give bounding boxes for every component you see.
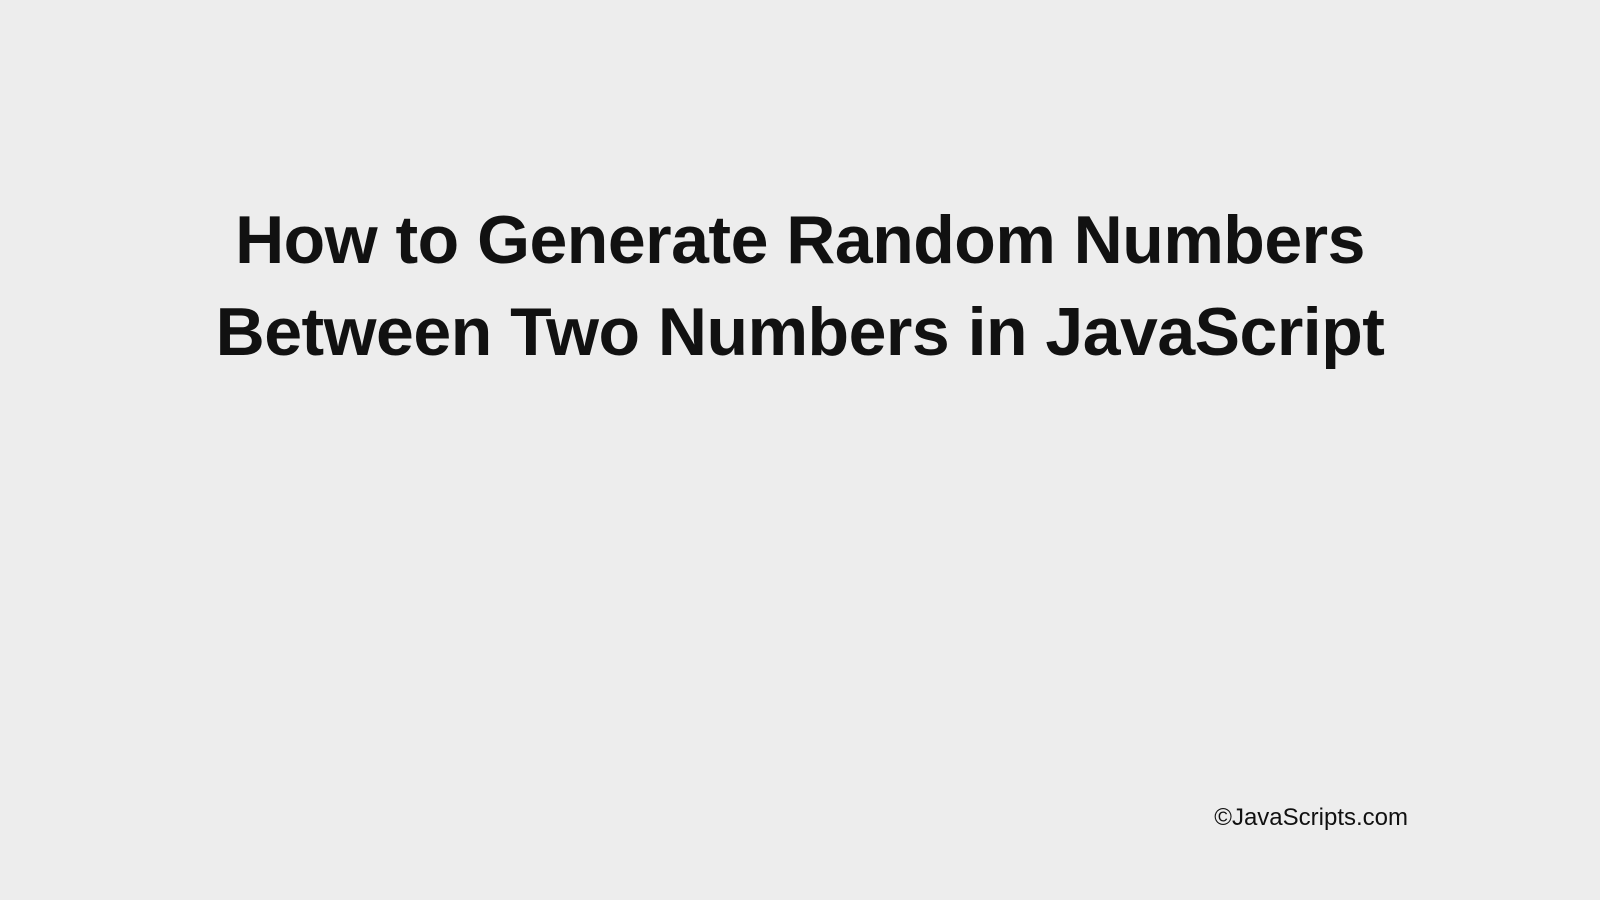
attribution-text: ©JavaScripts.com xyxy=(1214,804,1408,832)
page-title: How to Generate Random Numbers Between T… xyxy=(0,195,1600,379)
